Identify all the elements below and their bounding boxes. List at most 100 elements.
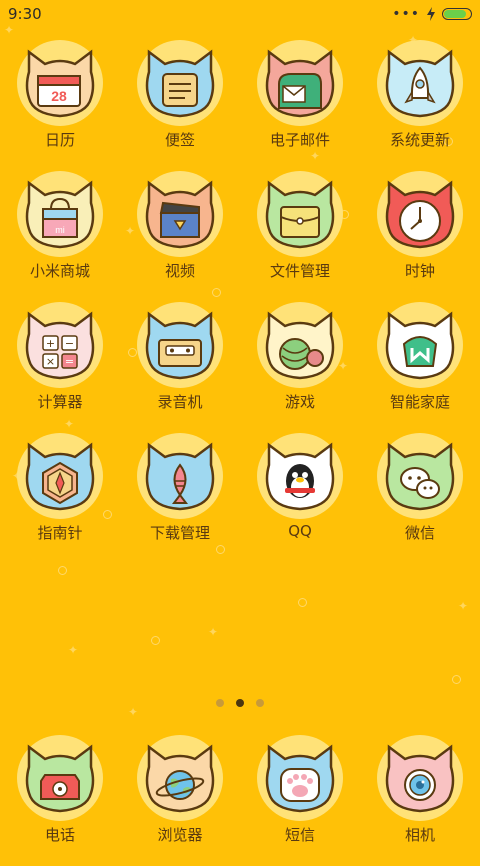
app-label: 游戏	[284, 393, 315, 411]
svg-text:−: −	[65, 337, 74, 350]
shopping-bag-icon: mi	[25, 180, 95, 249]
app-icon-circle: + − × =	[17, 302, 103, 388]
fish-download-icon	[145, 442, 215, 511]
signal-dots-icon: •••	[392, 6, 420, 22]
battery-icon	[442, 8, 472, 20]
app-games[interactable]: 游戏	[240, 302, 360, 433]
app-compass[interactable]: 指南针	[0, 433, 120, 564]
app-file-manager[interactable]: 文件管理	[240, 171, 360, 302]
app-browser[interactable]: 浏览器	[120, 735, 240, 866]
app-smart-home[interactable]: 智能家庭	[360, 302, 480, 433]
app-icon-circle	[137, 302, 223, 388]
app-label: 下载管理	[149, 524, 210, 542]
mailbox-icon	[265, 49, 335, 118]
app-video[interactable]: 视频	[120, 171, 240, 302]
app-icon-circle	[377, 735, 463, 821]
calendar-icon: 28	[25, 49, 95, 118]
yarn-ball-icon	[265, 311, 335, 380]
app-label: 系统更新	[389, 131, 450, 149]
app-icon-circle	[377, 40, 463, 126]
app-icon-circle	[257, 302, 343, 388]
paw-icon	[265, 744, 335, 813]
app-system-update[interactable]: 系统更新	[360, 40, 480, 171]
app-label: 微信	[404, 524, 435, 542]
clock-icon	[385, 180, 455, 249]
app-label: 指南针	[37, 524, 83, 542]
app-row: 指南针 下载管理 QQ 微信	[0, 433, 480, 564]
app-icon-circle	[257, 735, 343, 821]
app-label: 浏览器	[157, 826, 203, 844]
clock-time: 9:30	[8, 5, 42, 23]
app-phone[interactable]: 电话	[0, 735, 120, 866]
svg-text:×: ×	[46, 355, 55, 368]
app-icon-circle	[137, 735, 223, 821]
app-recorder[interactable]: 录音机	[120, 302, 240, 433]
app-icon-circle	[257, 433, 343, 519]
app-row: mi 小米商城 视频 文件管理 时钟	[0, 171, 480, 302]
app-label: 时钟	[404, 262, 435, 280]
mi-tag: mi	[55, 225, 65, 235]
app-messages[interactable]: 短信	[240, 735, 360, 866]
app-label: 电话	[44, 826, 75, 844]
cassette-icon	[145, 311, 215, 380]
app-label: 电子邮件	[269, 131, 330, 149]
notes-icon	[145, 49, 215, 118]
svg-text:+: +	[46, 337, 55, 350]
clapperboard-icon	[145, 180, 215, 249]
rocket-icon	[385, 49, 455, 118]
app-label: 小米商城	[29, 262, 90, 280]
app-icon-circle	[17, 735, 103, 821]
page-dot[interactable]	[256, 699, 264, 707]
app-icon-circle	[377, 302, 463, 388]
app-label: 录音机	[157, 393, 203, 411]
page-dot[interactable]	[216, 699, 224, 707]
dock: 电话 浏览器 短信 相机	[0, 735, 480, 866]
app-label: 计算器	[37, 393, 83, 411]
app-notes[interactable]: 便签	[120, 40, 240, 171]
app-label: 相机	[404, 826, 435, 844]
app-icon-circle	[137, 40, 223, 126]
app-label: 日历	[44, 131, 75, 149]
camera-eye-icon	[385, 744, 455, 813]
app-icon-circle: mi	[17, 171, 103, 257]
app-icon-circle: 28	[17, 40, 103, 126]
app-icon-circle	[137, 171, 223, 257]
app-wechat[interactable]: 微信	[360, 433, 480, 564]
penguin-icon	[265, 442, 335, 511]
app-downloads[interactable]: 下载管理	[120, 433, 240, 564]
app-email[interactable]: 电子邮件	[240, 40, 360, 171]
app-qq[interactable]: QQ	[240, 433, 360, 564]
compass-icon	[25, 442, 95, 511]
app-row: + − × = 计算器 录音机 游戏 智能家庭	[0, 302, 480, 433]
app-row: 28 日历 便签 电子邮件 系统更新	[0, 40, 480, 171]
folder-icon	[265, 180, 335, 249]
app-label: 智能家庭	[389, 393, 450, 411]
calendar-day-number: 28	[51, 88, 67, 104]
app-calendar[interactable]: 28 日历	[0, 40, 120, 171]
app-icon-circle	[17, 433, 103, 519]
app-icon-circle	[257, 171, 343, 257]
calculator-icon: + − × =	[25, 311, 95, 380]
app-icon-circle	[377, 433, 463, 519]
page-indicator	[0, 699, 480, 707]
app-label: 文件管理	[269, 262, 330, 280]
app-icon-circle	[377, 171, 463, 257]
app-mi-store[interactable]: mi 小米商城	[0, 171, 120, 302]
svg-text:=: =	[65, 355, 74, 368]
app-grid: 28 日历 便签 电子邮件 系统更新 mi 小米商城 视频 文件管理 时钟 + …	[0, 40, 480, 564]
status-icons: •••	[392, 6, 472, 22]
app-label: 短信	[284, 826, 315, 844]
phone-icon	[25, 744, 95, 813]
planet-icon	[145, 744, 215, 813]
charging-bolt-icon	[427, 7, 435, 21]
app-camera[interactable]: 相机	[360, 735, 480, 866]
dock-row: 电话 浏览器 短信 相机	[0, 735, 480, 866]
app-label: 视频	[164, 262, 195, 280]
app-clock[interactable]: 时钟	[360, 171, 480, 302]
app-icon-circle	[137, 433, 223, 519]
chat-bubbles-icon	[385, 442, 455, 511]
page-dot-active[interactable]	[236, 699, 244, 707]
status-bar: 9:30 •••	[0, 0, 480, 28]
smart-home-icon	[385, 311, 455, 380]
app-calculator[interactable]: + − × = 计算器	[0, 302, 120, 433]
